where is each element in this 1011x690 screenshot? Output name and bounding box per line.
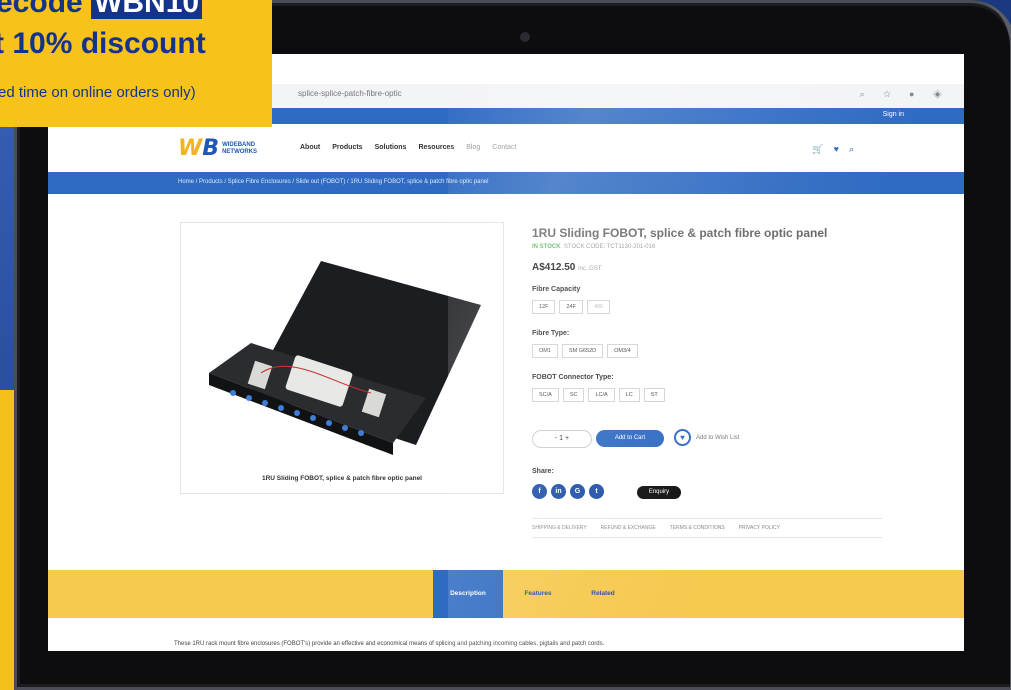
image-caption: 1RU Sliding FOBOT, splice & patch fibre … <box>262 475 422 482</box>
option-sm[interactable]: SM G652D <box>561 344 604 358</box>
fibre-type-label: Fibre Type: <box>532 330 570 337</box>
tab-terms[interactable]: TERMS & CONDITIONS <box>670 525 725 531</box>
tablet-screen: splice-splice-patch-fibre-optic ⌕ ☆ ● ◈ … <box>48 54 964 651</box>
price: A$412.50 inc. GST <box>532 262 602 273</box>
price-note: inc. GST <box>578 266 602 272</box>
product-title: 1RU Sliding FOBOT, splice & patch fibre … <box>532 226 828 240</box>
product-image <box>209 261 481 455</box>
option-12f[interactable]: 12F <box>532 300 556 314</box>
option-48f[interactable]: 48F <box>586 300 611 314</box>
linkedin-icon[interactable]: in <box>551 484 566 499</box>
enquiry-button[interactable]: Enquiry <box>637 486 681 499</box>
twitter-icon[interactable]: t <box>589 484 604 499</box>
address-bar[interactable]: splice-splice-patch-fibre-optic <box>298 89 402 98</box>
promo-prefix: ecode <box>0 0 83 19</box>
promo-line-3: ed time on online orders only) <box>0 84 196 101</box>
option-lca[interactable]: LC/A <box>588 388 615 402</box>
tab-description[interactable]: Description <box>433 570 503 618</box>
tab-shipping[interactable]: SHIPPING & DELIVERY <box>532 525 587 531</box>
logo-mark: WB <box>178 136 220 161</box>
social-icons: f in G t <box>532 484 604 499</box>
browser-icons: ⌕ ☆ ● ◈ <box>859 89 950 99</box>
option-lc[interactable]: LC <box>618 388 640 402</box>
fibre-type-options: OM1 SM G652D OM3/4 <box>532 344 638 358</box>
cart-icon[interactable]: 🛒 <box>812 144 833 154</box>
add-to-cart-button[interactable]: Add to Cart <box>596 430 664 447</box>
sign-in-link[interactable]: Sign in <box>883 111 904 118</box>
option-sc[interactable]: SC <box>562 388 585 402</box>
heart-icon[interactable]: ♥ <box>834 144 849 154</box>
nav-about[interactable]: About <box>300 144 320 151</box>
promo-banner: ecode WBN10 t 10% discount ed time on on… <box>0 0 272 127</box>
tab-features[interactable]: Features <box>508 570 568 618</box>
nav-contact[interactable]: Contact <box>492 144 516 151</box>
option-sca[interactable]: SC/A <box>532 388 559 402</box>
product-image-box[interactable]: 1RU Sliding FOBOT, splice & patch fibre … <box>180 222 504 494</box>
share-label: Share: <box>532 468 554 475</box>
connector-label: FOBOT Connector Type: <box>532 374 614 381</box>
tab-refund[interactable]: REFUND & EXCHANGE <box>601 525 656 531</box>
nav-resources[interactable]: Resources <box>418 144 454 151</box>
stock-status: IN STOCK STOCK CODE: TCT1130-201-016 <box>532 244 655 250</box>
quantity-stepper[interactable]: - 1 + <box>532 430 592 448</box>
google-icon[interactable]: G <box>570 484 585 499</box>
fibre-capacity-label: Fibre Capacity <box>532 286 581 293</box>
option-om34[interactable]: OM3/4 <box>607 344 638 358</box>
stock-code: STOCK CODE: TCT1130-201-016 <box>563 244 656 250</box>
content-tabs-band: Description Features Related <box>48 570 964 618</box>
breadcrumb: Home / Products / Splice Fibre Enclosure… <box>48 172 964 194</box>
option-24f[interactable]: 24F <box>559 300 583 314</box>
main-nav: About Products Solutions Resources Blog … <box>300 144 516 151</box>
nav-blog[interactable]: Blog <box>466 144 480 151</box>
wishlist-heart-icon[interactable]: ♥ <box>674 429 691 446</box>
nav-solutions[interactable]: Solutions <box>375 144 407 151</box>
connector-options: SC/A SC LC/A LC ST <box>532 388 665 402</box>
site-header: WB WIDEBAND NETWORKS About Products Solu… <box>48 124 964 173</box>
promo-line-2: t 10% discount <box>0 27 206 60</box>
wishlist-link[interactable]: Add to Wish List <box>696 435 739 441</box>
option-om1[interactable]: OM1 <box>532 344 558 358</box>
stock-badge: IN STOCK <box>532 244 561 250</box>
nav-products[interactable]: Products <box>332 144 362 151</box>
price-value: A$412.50 <box>532 262 576 273</box>
description-text: These 1RU rack mount fibre enclosures (F… <box>174 641 605 647</box>
camera-icon <box>520 32 530 42</box>
site-logo[interactable]: WB WIDEBAND NETWORKS <box>178 136 272 161</box>
facebook-icon[interactable]: f <box>532 484 547 499</box>
promo-code: WBN10 <box>91 0 203 19</box>
search-icon[interactable]: ⌕ <box>849 144 864 154</box>
breadcrumb-text[interactable]: Home / Products / Splice Fibre Enclosure… <box>178 179 488 185</box>
fibre-capacity-options: 12F 24F 48F <box>532 300 611 314</box>
tab-privacy[interactable]: PRIVACY POLICY <box>739 525 780 531</box>
promo-line-1: ecode WBN10 <box>0 0 203 20</box>
logo-text: WIDEBAND NETWORKS <box>222 141 258 155</box>
info-tabs: SHIPPING & DELIVERY REFUND & EXCHANGE TE… <box>532 518 882 538</box>
option-st[interactable]: ST <box>643 388 665 402</box>
header-icons: 🛒♥⌕ <box>812 144 864 155</box>
tab-related[interactable]: Related <box>573 570 633 618</box>
